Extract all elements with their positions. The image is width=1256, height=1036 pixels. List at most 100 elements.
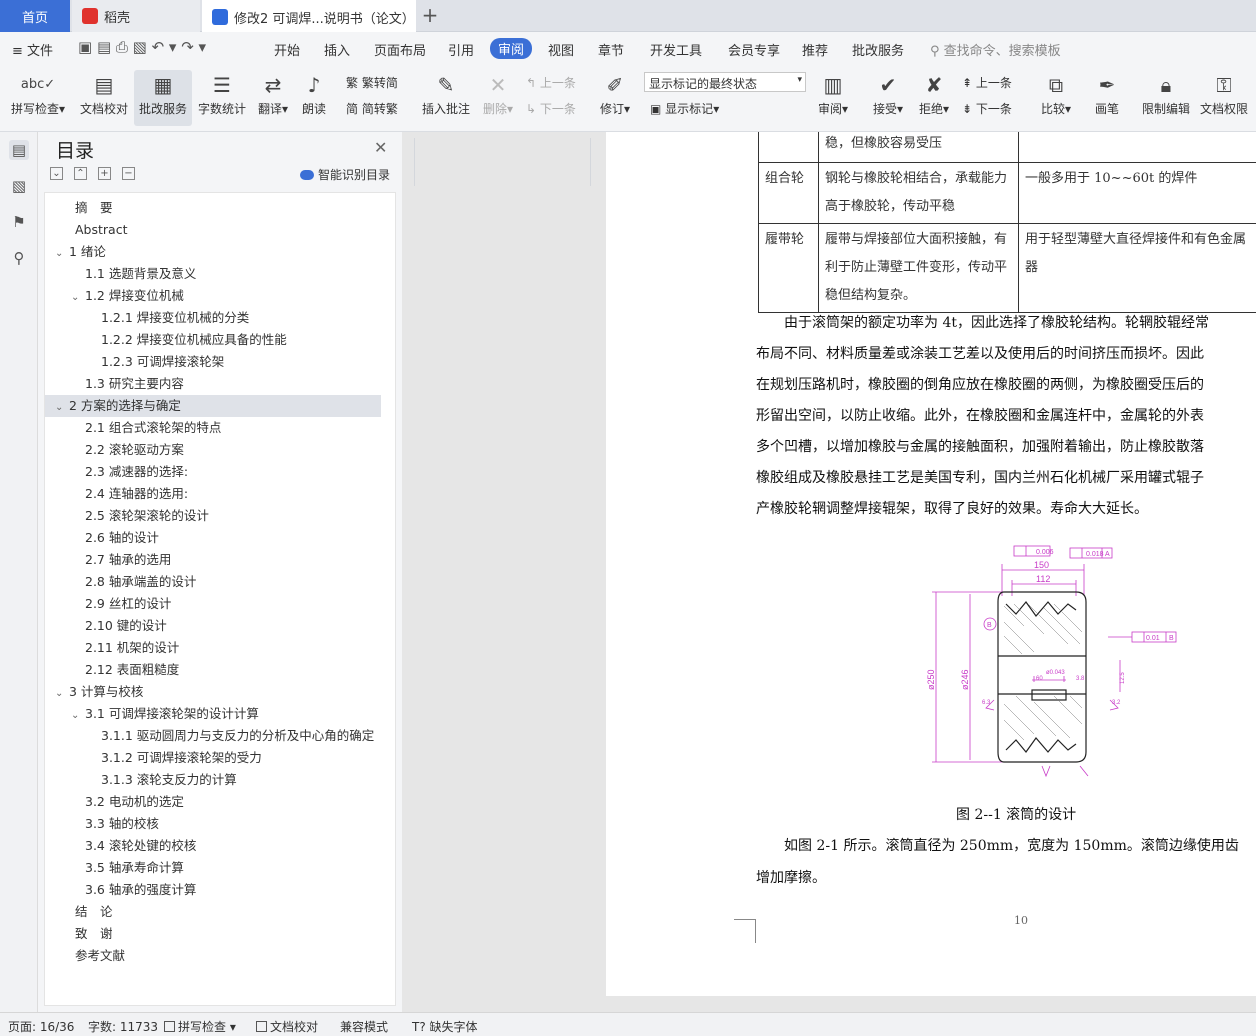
status-proof[interactable]: 文档校对 bbox=[256, 1018, 318, 1035]
show-markup-button[interactable]: ▣ 显示标记▾ bbox=[650, 100, 719, 117]
translate-button[interactable]: ⇄ 翻译▾ bbox=[254, 70, 292, 126]
menu-item[interactable]: 页面布局 bbox=[374, 40, 426, 59]
quick-access-icons[interactable]: ▣ ▤ ⎙ ▧ ↶ ▾ ↷ ▾ bbox=[78, 38, 206, 56]
menu-item[interactable]: 引用 bbox=[448, 40, 474, 59]
toc-item[interactable]: ⌄ 3 计算与校核 bbox=[45, 681, 381, 703]
menu-item[interactable]: 插入 bbox=[324, 40, 350, 59]
correction-service-button[interactable]: ▦ 批改服务 bbox=[134, 70, 192, 126]
toc-item[interactable]: 3.5 轴承寿命计算 bbox=[45, 857, 381, 879]
menu-item[interactable]: 开发工具 bbox=[650, 40, 702, 59]
word-count-button[interactable]: ☰ 字数统计 bbox=[196, 70, 248, 126]
missing-font[interactable]: T? 缺失字体 bbox=[412, 1018, 478, 1035]
toc-item[interactable]: 2.8 轴承端盖的设计 bbox=[45, 571, 381, 593]
review-pane-label: 审阅 bbox=[817, 102, 842, 116]
smart-toc-button[interactable]: 智能识别目录 bbox=[300, 166, 390, 183]
toc-item[interactable]: 摘 要 bbox=[45, 197, 381, 219]
toc-item[interactable]: 2.12 表面粗糙度 bbox=[45, 659, 381, 681]
word-count-indicator[interactable]: 字数: 11733 bbox=[88, 1018, 158, 1035]
toc-item[interactable]: ⌄ 2 方案的选择与确定 bbox=[45, 395, 381, 417]
command-search[interactable]: ⚲ 查找命令、搜索模板 bbox=[930, 40, 1061, 59]
toc-item[interactable]: 2.3 减速器的选择: bbox=[45, 461, 381, 483]
toc-item[interactable]: 1.2.3 可调焊接滚轮架 bbox=[45, 351, 381, 373]
toc-item[interactable]: 2.9 丝杠的设计 bbox=[45, 593, 381, 615]
toc-item[interactable]: 2.10 键的设计 bbox=[45, 615, 381, 637]
expand-all-icon[interactable]: ⌃ bbox=[74, 167, 87, 180]
toc-item[interactable]: 3.1.3 滚轮支反力的计算 bbox=[45, 769, 381, 791]
compare-button[interactable]: ⧉ 比较▾ bbox=[1036, 70, 1076, 126]
toc-item[interactable]: 1.3 研究主要内容 bbox=[45, 373, 381, 395]
collapse-all-icon[interactable]: ⌄ bbox=[50, 167, 63, 180]
toc-item[interactable]: 3.3 轴的校核 bbox=[45, 813, 381, 835]
toc-item[interactable]: 3.6 轴承的强度计算 bbox=[45, 879, 381, 901]
file-menu[interactable]: ≡ 文件 bbox=[12, 40, 53, 59]
toc-item[interactable]: 1.2.2 焊接变位机械应具备的性能 bbox=[45, 329, 381, 351]
doc-permission-button[interactable]: ⚿ 文档权限 bbox=[1198, 70, 1250, 126]
menu-item[interactable]: 视图 bbox=[548, 40, 574, 59]
toc-item[interactable]: ⌄ 3.1 可调焊接滚轮架的设计计算 bbox=[45, 703, 381, 725]
simp-to-trad-button[interactable]: 简 简转繁 bbox=[346, 100, 398, 117]
toc-item[interactable]: ⌄ 1 绪论 bbox=[45, 241, 381, 263]
menu-item[interactable]: 审阅 bbox=[490, 38, 533, 59]
chevron-down-icon[interactable]: ⌄ bbox=[55, 397, 67, 419]
menu-item[interactable]: 章节 bbox=[598, 40, 624, 59]
toc-item[interactable]: 2.6 轴的设计 bbox=[45, 527, 381, 549]
restrict-edit-button[interactable]: 🔒︎ 限制编辑 bbox=[1140, 70, 1192, 126]
new-tab-button[interactable]: + bbox=[418, 4, 442, 28]
prev-change-button[interactable]: ⇞ 上一条 bbox=[962, 74, 1012, 91]
menu-item[interactable]: 推荐 bbox=[802, 40, 828, 59]
toc-item[interactable]: 3.2 电动机的选定 bbox=[45, 791, 381, 813]
reject-button[interactable]: ✘ 拒绝▾ bbox=[914, 70, 954, 126]
bookmark-icon[interactable]: ⚑ bbox=[9, 212, 29, 232]
tab-home[interactable]: 首页 bbox=[0, 0, 70, 32]
read-aloud-button[interactable]: ♪ 朗读 bbox=[298, 70, 330, 126]
insert-comment-button[interactable]: ✎ 插入批注 bbox=[420, 70, 472, 126]
toc-item[interactable]: 1.1 选题背景及意义 bbox=[45, 263, 381, 285]
toc-item[interactable]: 2.4 连轴器的选用: bbox=[45, 483, 381, 505]
toc-item[interactable]: Abstract bbox=[45, 219, 381, 241]
status-spellcheck[interactable]: 拼写检查 ▾ bbox=[164, 1018, 236, 1035]
menu-item[interactable]: 会员专享 bbox=[728, 40, 780, 59]
search-icon[interactable]: ⚲ bbox=[9, 248, 29, 268]
chevron-down-icon[interactable]: ⌄ bbox=[55, 243, 67, 265]
chevron-down-icon[interactable]: ⌄ bbox=[71, 287, 83, 309]
toc-item[interactable]: 2.11 机架的设计 bbox=[45, 637, 381, 659]
doc-proof-button[interactable]: ▤ 文档校对 bbox=[76, 70, 132, 126]
toc-item[interactable]: 2.5 滚轮架滚轮的设计 bbox=[45, 505, 381, 527]
trad-to-simp-button[interactable]: 繁 繁转简 bbox=[346, 74, 398, 91]
chevron-down-icon[interactable]: ⌄ bbox=[55, 683, 67, 705]
chevron-down-icon[interactable]: ⌄ bbox=[71, 705, 83, 727]
toc-item[interactable]: 结 论 bbox=[45, 901, 381, 923]
toc-item[interactable]: ⌄ 1.2 焊接变位机械 bbox=[45, 285, 381, 307]
markup-state-select[interactable]: 显示标记的最终状态 ▾ bbox=[644, 72, 806, 92]
chapter-icon[interactable]: ▧ bbox=[9, 176, 29, 196]
roller-drawing[interactable]: 0.006 0.018 A 0.01 B 150 112 ø250 ø246 B… bbox=[924, 544, 1194, 784]
outline-icon[interactable]: ▤ bbox=[9, 140, 29, 160]
toc-item[interactable]: 2.7 轴承的选用 bbox=[45, 549, 381, 571]
next-change-button[interactable]: ⇟ 下一条 bbox=[962, 100, 1012, 117]
tab-document[interactable]: 修改2 可调焊...说明书（论文） bbox=[202, 0, 416, 32]
tab-daoke[interactable]: 稻壳 bbox=[72, 0, 200, 32]
close-icon[interactable]: ✕ bbox=[374, 138, 387, 157]
accept-button[interactable]: ✔ 接受▾ bbox=[868, 70, 908, 126]
toc-item[interactable]: 3.1.1 驱动圆周力与支反力的分析及中心角的确定 bbox=[45, 725, 381, 747]
prev-comment-button[interactable]: ↰ 上一条 bbox=[526, 74, 576, 91]
review-pane-button[interactable]: ▥ 审阅▾ bbox=[814, 70, 852, 126]
toc-item[interactable]: 致 谢 bbox=[45, 923, 381, 945]
toc-item[interactable]: 2.1 组合式滚轮架的特点 bbox=[45, 417, 381, 439]
spellcheck-button[interactable]: abc✓ 拼写检查▾ bbox=[6, 70, 70, 126]
next-comment-button[interactable]: ↳ 下一条 bbox=[526, 100, 576, 117]
page-indicator[interactable]: 页面: 16/36 bbox=[8, 1018, 74, 1035]
remove-item-icon[interactable]: − bbox=[122, 167, 135, 180]
add-item-icon[interactable]: + bbox=[98, 167, 111, 180]
toc-scrollbar[interactable] bbox=[402, 132, 408, 1012]
delete-comment-button[interactable]: ✕ 删除▾ bbox=[478, 70, 518, 126]
menu-item[interactable]: 批改服务 bbox=[852, 40, 904, 59]
toc-item[interactable]: 3.1.2 可调焊接滚轮架的受力 bbox=[45, 747, 381, 769]
track-changes-button[interactable]: ✐ 修订▾ bbox=[596, 70, 634, 126]
toc-item[interactable]: 参考文献 bbox=[45, 945, 381, 967]
toc-item[interactable]: 1.2.1 焊接变位机械的分类 bbox=[45, 307, 381, 329]
pen-button[interactable]: ✒ 画笔 bbox=[1092, 70, 1122, 126]
menu-item[interactable]: 开始 bbox=[274, 40, 300, 59]
toc-item[interactable]: 2.2 滚轮驱动方案 bbox=[45, 439, 381, 461]
toc-item[interactable]: 3.4 滚轮处键的校核 bbox=[45, 835, 381, 857]
